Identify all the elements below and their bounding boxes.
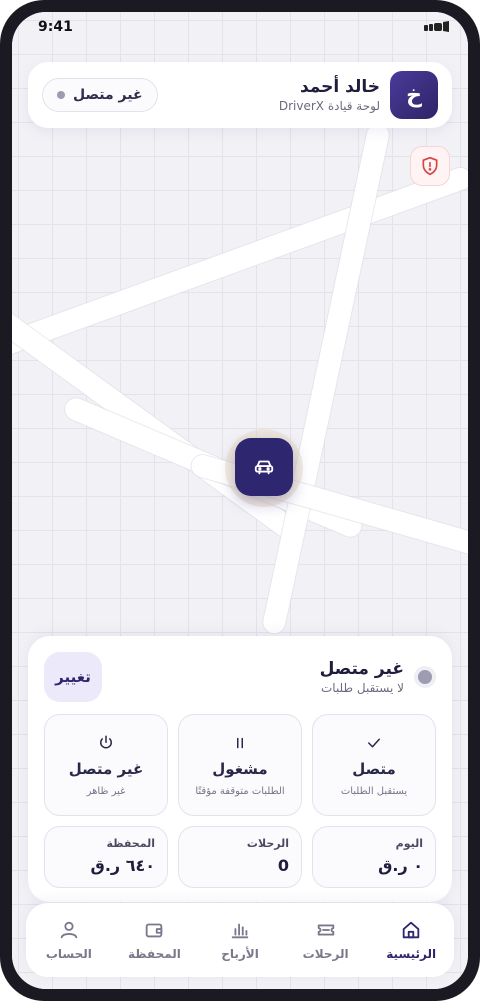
battery-icon [424, 21, 450, 33]
home-icon [402, 921, 420, 939]
driver-subtitle: لوحة قيادة DriverX [278, 99, 380, 113]
current-status-sub: لا يستقبل طلبات [320, 681, 404, 695]
user-icon [60, 921, 78, 939]
ticket-icon [317, 924, 334, 936]
status-time: 9:41 [38, 19, 73, 35]
map-road [12, 164, 468, 364]
stat-today: اليوم ٠ ر.ق [312, 826, 436, 888]
nav-trips[interactable]: الرحلات [286, 919, 366, 961]
driver-status-label: غير متصل [73, 87, 143, 103]
stats-row: اليوم ٠ ر.ق الرحلات 0 المحفظة ٦٤٠ ر.ق [44, 826, 436, 888]
option-title: غير متصل [68, 759, 144, 778]
status-options: متصل يستقبل الطلبات مشغول الطلبات متوقفة… [44, 714, 436, 816]
car-icon [254, 460, 274, 475]
car-marker[interactable] [235, 438, 293, 496]
option-sub: يستقبل الطلبات [340, 785, 408, 797]
bottom-nav: الرئيسية الرحلات الأرباح المحفظة الحساب [26, 903, 454, 977]
power-icon [100, 735, 112, 748]
option-offline[interactable]: غير متصل غير ظاهر [44, 714, 168, 816]
nav-earnings[interactable]: الأرباح [200, 919, 280, 961]
pause-icon [237, 737, 243, 748]
stat-value: ٦٤٠ ر.ق [90, 856, 155, 875]
driver-card: غير متصل خ خالد أحمد لوحة قيادة DriverX [28, 62, 452, 128]
panel-header: تغيير غير متصل لا يستقبل طلبات [44, 650, 436, 704]
nav-label: المحفظة [127, 947, 181, 961]
bar-chart-icon [231, 923, 249, 939]
stat-wallet: المحفظة ٦٤٠ ر.ق [44, 826, 168, 888]
avatar[interactable]: خ [390, 71, 438, 119]
change-status-button[interactable]: تغيير [44, 652, 102, 702]
nav-label: الرئيسية [386, 947, 437, 961]
nav-label: الرحلات [302, 947, 349, 961]
status-bar: 9:41 [12, 12, 468, 42]
nav-label: الحساب [45, 947, 92, 961]
map-road [261, 122, 391, 636]
nav-account[interactable]: الحساب [29, 919, 109, 961]
option-sub: الطلبات متوقفة مؤقتًا [195, 785, 285, 797]
option-online[interactable]: متصل يستقبل الطلبات [312, 714, 436, 816]
option-sub: غير ظاهر [86, 785, 126, 797]
nav-wallet[interactable]: المحفظة [114, 919, 194, 961]
stat-label: اليوم [395, 837, 423, 850]
stat-trips: الرحلات 0 [178, 826, 302, 888]
driver-name: خالد أحمد [299, 77, 380, 97]
driver-status-pill[interactable]: غير متصل [42, 78, 158, 112]
option-busy[interactable]: مشغول الطلبات متوقفة مؤقتًا [178, 714, 302, 816]
nav-label: الأرباح [221, 947, 259, 961]
stat-label: المحفظة [106, 837, 155, 850]
driver-info: خ خالد أحمد لوحة قيادة DriverX [279, 71, 438, 119]
sos-button[interactable] [410, 146, 450, 186]
stat-value: 0 [277, 856, 289, 875]
current-status-text: غير متصل لا يستقبل طلبات [320, 659, 404, 695]
option-title: متصل [352, 759, 396, 778]
current-status: غير متصل لا يستقبل طلبات [320, 659, 436, 695]
status-indicator-icon [414, 666, 436, 688]
device-frame: 9:41 غير متصل خ خالد أحمد لوحة قيادة Dri… [0, 0, 480, 1001]
wallet-icon [146, 923, 163, 938]
option-title: مشغول [212, 759, 268, 778]
nav-home[interactable]: الرئيسية [371, 919, 451, 961]
shield-alert-icon [422, 156, 438, 176]
app-screen: 9:41 غير متصل خ خالد أحمد لوحة قيادة Dri… [12, 12, 468, 989]
stat-label: الرحلات [246, 837, 289, 850]
check-icon [368, 738, 380, 747]
status-dot-icon [57, 91, 65, 99]
current-status-title: غير متصل [319, 659, 404, 679]
map-road [12, 304, 306, 546]
driver-text: خالد أحمد لوحة قيادة DriverX [279, 77, 380, 113]
status-panel: تغيير غير متصل لا يستقبل طلبات متصل يستق… [28, 636, 452, 902]
stat-value: ٠ ر.ق [378, 856, 423, 875]
